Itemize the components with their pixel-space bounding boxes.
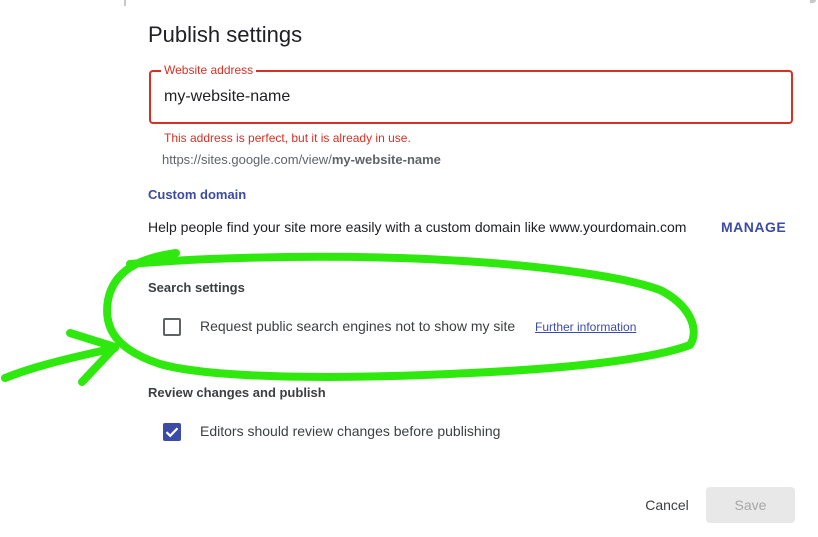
search-engines-checkbox-label[interactable]: Request public search engines not to sho… — [200, 318, 515, 334]
further-information-link[interactable]: Further information — [535, 320, 636, 334]
checkmark-icon — [165, 427, 179, 438]
window-edge-left — [124, 0, 126, 6]
custom-domain-heading: Custom domain — [148, 187, 247, 202]
save-button: Save — [706, 487, 795, 523]
annotation-arrow — [1, 344, 119, 382]
website-address-field[interactable]: Website address — [149, 63, 793, 124]
cancel-button[interactable]: Cancel — [636, 488, 698, 522]
review-changes-checkbox-label[interactable]: Editors should review changes before pub… — [200, 423, 500, 439]
site-url-name: my-website-name — [331, 152, 441, 167]
manage-button[interactable]: MANAGE — [721, 219, 786, 235]
annotation-circle — [103, 249, 698, 381]
search-engines-checkbox[interactable] — [163, 318, 181, 336]
site-url-prefix: https://sites.google.com/view/ — [162, 152, 332, 167]
website-address-label: Website address — [161, 63, 257, 77]
dialog-title: Publish settings — [148, 22, 303, 47]
review-changes-checkbox[interactable] — [163, 423, 181, 441]
custom-domain-help: Help people find your site more easily w… — [148, 219, 687, 235]
review-heading: Review changes and publish — [148, 385, 326, 400]
address-error-message: This address is perfect, but it is alrea… — [164, 131, 411, 145]
annotation-arrowhead — [66, 329, 119, 386]
search-settings-heading: Search settings — [148, 280, 245, 295]
window-edge-right — [810, 0, 816, 3]
website-address-input[interactable] — [164, 88, 764, 106]
site-url: https://sites.google.com/view/my-website… — [162, 152, 441, 167]
